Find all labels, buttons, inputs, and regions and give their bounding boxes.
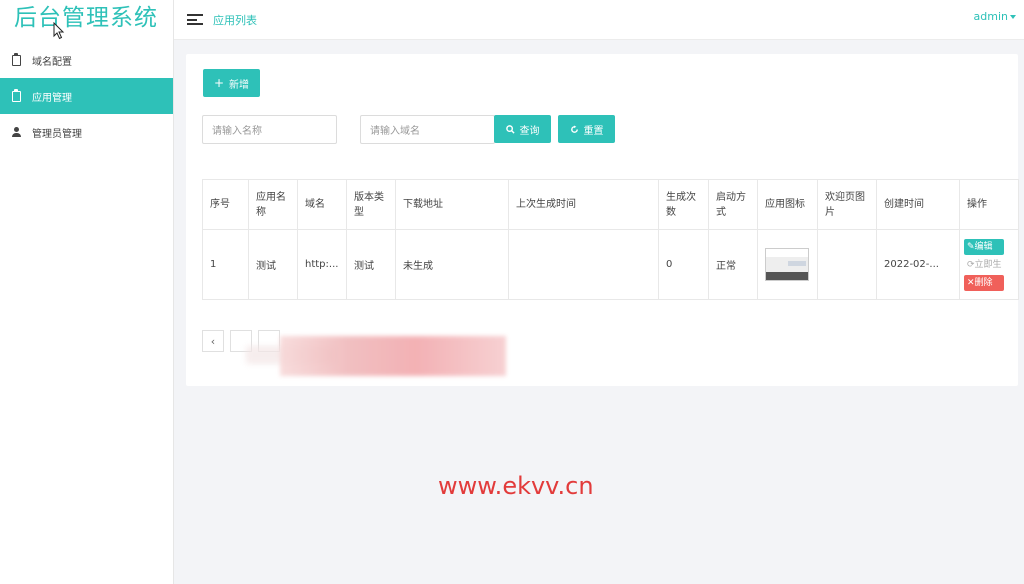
sidebar-item-label: 应用管理 bbox=[32, 92, 72, 104]
table-header: 序号 bbox=[202, 179, 249, 230]
close-icon: ✕ bbox=[967, 277, 975, 288]
table-header: 应用图标 bbox=[757, 179, 818, 230]
app-table: 序号 应用名称 域名 版本类型 下载地址 上次生成时间 生成次数 启动方式 应用… bbox=[202, 179, 1019, 300]
table-header: 下载地址 bbox=[395, 179, 509, 230]
reset-button[interactable]: 重置 bbox=[558, 115, 615, 143]
name-search-input[interactable]: 请输入名称 bbox=[202, 115, 337, 144]
name-input-placeholder: 请输入名称 bbox=[212, 126, 262, 137]
delete-label: 删除 bbox=[974, 277, 993, 288]
sidebar-item-app-management[interactable]: 应用管理 bbox=[0, 78, 173, 114]
table-header: 启动方式 bbox=[708, 179, 758, 230]
generate-label: 立即生 bbox=[974, 259, 1002, 270]
breadcrumb: 应用列表 bbox=[213, 13, 257, 27]
table-row: 1 测试 http:... 测试 未生成 0 正常 2022-02-... ✎编… bbox=[202, 229, 1019, 300]
clipboard-icon bbox=[10, 88, 22, 102]
edit-icon: ✎ bbox=[967, 241, 975, 252]
table-header: 操作 bbox=[959, 179, 1019, 230]
table-header: 创建时间 bbox=[876, 179, 960, 230]
cell-actions: ✎编辑 ⟳立即生 ✕删除 bbox=[959, 229, 1019, 300]
table-header: 域名 bbox=[297, 179, 347, 230]
app-icon-thumbnail[interactable] bbox=[765, 248, 809, 281]
menu-toggle-icon[interactable] bbox=[187, 14, 203, 25]
app-logo[interactable]: 后台管理系统 bbox=[0, 0, 173, 42]
search-button[interactable]: 查询 bbox=[494, 115, 551, 143]
cell-generate-count: 0 bbox=[658, 229, 709, 300]
table-header: 应用名称 bbox=[248, 179, 298, 230]
watermark-text: www.ekvv.cn bbox=[438, 472, 594, 500]
domain-input-placeholder: 请输入域名 bbox=[370, 126, 420, 137]
generate-now-button[interactable]: ⟳立即生 bbox=[964, 256, 1004, 273]
cell-index: 1 bbox=[202, 229, 249, 300]
table-header: 生成次数 bbox=[658, 179, 709, 230]
content-card: + 新增 请输入名称 请输入域名 查询 重置 序号 应用名称 域名 版本类型 下… bbox=[186, 54, 1019, 386]
sidebar: 后台管理系统 域名配置 应用管理 管理员管理 bbox=[0, 0, 174, 584]
cell-app-icon bbox=[757, 229, 818, 300]
clipboard-icon bbox=[10, 52, 22, 66]
table-header-row: 序号 应用名称 域名 版本类型 下载地址 上次生成时间 生成次数 启动方式 应用… bbox=[202, 179, 1019, 230]
prev-page-button[interactable]: ‹ bbox=[202, 330, 224, 352]
user-menu[interactable]: admin bbox=[974, 10, 1016, 23]
mouse-cursor-icon bbox=[53, 22, 65, 40]
table-header: 版本类型 bbox=[346, 179, 396, 230]
edit-label: 编辑 bbox=[974, 241, 993, 252]
edit-button[interactable]: ✎编辑 bbox=[964, 238, 1004, 255]
reset-button-label: 重置 bbox=[583, 125, 604, 137]
user-icon bbox=[10, 126, 22, 138]
search-button-label: 查询 bbox=[519, 125, 540, 137]
refresh-icon: ⟳ bbox=[967, 259, 975, 270]
delete-button[interactable]: ✕删除 bbox=[964, 274, 1004, 291]
cell-created-at: 2022-02-... bbox=[876, 229, 960, 300]
refresh-icon bbox=[570, 124, 578, 133]
search-icon bbox=[505, 124, 515, 134]
add-button-label: 新增 bbox=[229, 79, 250, 91]
cell-domain: http:... bbox=[297, 229, 347, 300]
cell-download-url: 未生成 bbox=[395, 229, 509, 300]
cell-last-generated bbox=[508, 229, 659, 300]
add-button[interactable]: + 新增 bbox=[203, 69, 260, 97]
plus-icon: + bbox=[213, 76, 225, 90]
sidebar-item-domain-config[interactable]: 域名配置 bbox=[0, 42, 173, 78]
blurred-region bbox=[280, 336, 506, 376]
cell-app-name: 测试 bbox=[248, 229, 298, 300]
table-header: 上次生成时间 bbox=[508, 179, 659, 230]
cell-version-type: 测试 bbox=[346, 229, 396, 300]
table-header: 欢迎页图片 bbox=[817, 179, 877, 230]
domain-search-input[interactable]: 请输入域名 bbox=[360, 115, 495, 144]
sidebar-item-admin-management[interactable]: 管理员管理 bbox=[0, 114, 173, 150]
sidebar-item-label: 管理员管理 bbox=[32, 128, 82, 140]
cell-launch-mode: 正常 bbox=[708, 229, 758, 300]
cell-welcome-image bbox=[817, 229, 877, 300]
chevron-down-icon bbox=[1010, 15, 1016, 19]
sidebar-item-label: 域名配置 bbox=[32, 56, 72, 68]
user-name: admin bbox=[973, 10, 1008, 23]
top-bar: 应用列表 admin bbox=[174, 0, 1024, 40]
